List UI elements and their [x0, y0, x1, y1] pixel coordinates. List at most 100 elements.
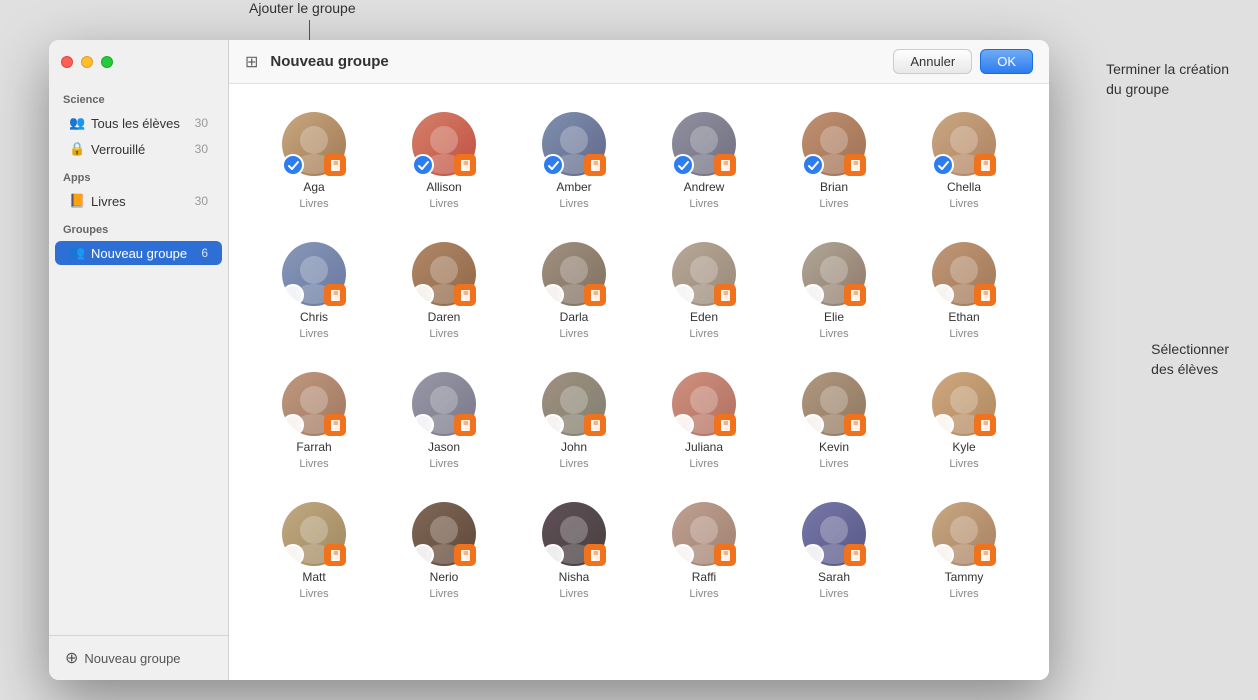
close-button[interactable]	[61, 56, 73, 68]
student-item-matt[interactable]: Matt Livres	[253, 494, 375, 608]
avatar-container-aga	[282, 112, 346, 176]
student-item-jason[interactable]: JasonLivres	[383, 364, 505, 478]
student-app-eden: Livres	[689, 328, 718, 340]
titlebar	[49, 40, 228, 84]
selection-badge-aga	[282, 154, 304, 176]
book-badge-andrew	[714, 154, 736, 176]
avatar-container-farrah	[282, 372, 346, 436]
group-title: Nouveau groupe	[270, 53, 881, 70]
student-name-brian: Brian	[820, 180, 848, 194]
selection-badge-tammy	[932, 544, 954, 566]
student-name-nisha: Nisha	[559, 570, 590, 584]
book-badge-nisha	[584, 544, 606, 566]
student-app-nisha: Livres	[559, 588, 588, 600]
student-name-allison: Allison	[426, 180, 461, 194]
book-badge-john	[584, 414, 606, 436]
selection-badge-juliana	[672, 414, 694, 436]
selection-badge-john	[542, 414, 564, 436]
sidebar-item-livres-label: Livres	[91, 194, 126, 209]
avatar-container-juliana	[672, 372, 736, 436]
student-name-chella: Chella	[947, 180, 981, 194]
minimize-button[interactable]	[81, 56, 93, 68]
student-name-eden: Eden	[690, 310, 718, 324]
book-badge-brian	[844, 154, 866, 176]
sidebar-bottom: ⊕ Nouveau groupe	[49, 635, 228, 680]
student-item-kevin[interactable]: KevinLivres	[773, 364, 895, 478]
sidebar-item-verrouille[interactable]: 🔒 Verrouillé 30	[55, 137, 222, 161]
student-item-brian[interactable]: BrianLivres	[773, 104, 895, 218]
sidebar-item-verrouille-label: Verrouillé	[91, 142, 145, 157]
avatar-container-darla	[542, 242, 606, 306]
book-badge-juliana	[714, 414, 736, 436]
student-name-matt: Matt	[302, 570, 325, 584]
avatar-container-eden	[672, 242, 736, 306]
group-icon: 👥	[69, 245, 85, 261]
student-item-kyle[interactable]: KyleLivres	[903, 364, 1025, 478]
selection-badge-ethan	[932, 284, 954, 306]
student-name-nerio: Nerio	[430, 570, 459, 584]
selection-badge-andrew	[672, 154, 694, 176]
student-item-andrew[interactable]: AndrewLivres	[643, 104, 765, 218]
student-app-matt: Livres	[299, 588, 328, 600]
ok-button[interactable]: OK	[980, 49, 1033, 74]
student-item-john[interactable]: JohnLivres	[513, 364, 635, 478]
annotation-select-students: Sélectionner des élèves	[1151, 340, 1229, 379]
student-item-tammy[interactable]: TammyLivres	[903, 494, 1025, 608]
student-name-jason: Jason	[428, 440, 460, 454]
cancel-button[interactable]: Annuler	[893, 49, 972, 74]
main-content: ⊞ Nouveau groupe Annuler OK AgaLivres Al…	[229, 40, 1049, 680]
avatar-container-raffi	[672, 502, 736, 566]
student-item-darla[interactable]: DarlaLivres	[513, 234, 635, 348]
book-badge-sarah	[844, 544, 866, 566]
students-icon: 👥	[69, 115, 85, 131]
book-badge-tammy	[974, 544, 996, 566]
student-item-chella[interactable]: ChellaLivres	[903, 104, 1025, 218]
student-item-farrah[interactable]: FarrahLivres	[253, 364, 375, 478]
student-app-juliana: Livres	[689, 458, 718, 470]
student-app-tammy: Livres	[949, 588, 978, 600]
avatar-container-jason	[412, 372, 476, 436]
book-badge-allison	[454, 154, 476, 176]
student-item-juliana[interactable]: Juliana Livres	[643, 364, 765, 478]
student-name-darla: Darla	[560, 310, 589, 324]
annotation-add-group: Ajouter le groupe	[249, 0, 356, 16]
student-item-amber[interactable]: AmberLivres	[513, 104, 635, 218]
avatar-container-matt	[282, 502, 346, 566]
sidebar-item-tous-les-eleves[interactable]: 👥 Tous les élèves 30	[55, 111, 222, 135]
sidebar: Science 👥 Tous les élèves 30 🔒 Verrouill…	[49, 40, 229, 680]
sidebar-item-verrouille-count: 30	[195, 142, 208, 156]
new-group-button[interactable]: ⊕ Nouveau groupe	[57, 644, 220, 672]
student-name-juliana: Juliana	[685, 440, 723, 454]
student-item-ethan[interactable]: EthanLivres	[903, 234, 1025, 348]
student-app-allison: Livres	[429, 198, 458, 210]
book-badge-nerio	[454, 544, 476, 566]
student-item-chris[interactable]: ChrisLivres	[253, 234, 375, 348]
sidebar-item-nouveau-groupe[interactable]: 👥 Nouveau groupe 6	[55, 241, 222, 265]
student-item-elie[interactable]: ElieLivres	[773, 234, 895, 348]
book-badge-ethan	[974, 284, 996, 306]
avatar-container-andrew	[672, 112, 736, 176]
main-header: ⊞ Nouveau groupe Annuler OK	[229, 40, 1049, 84]
student-name-daren: Daren	[428, 310, 461, 324]
student-item-sarah[interactable]: SarahLivres	[773, 494, 895, 608]
selection-badge-brian	[802, 154, 824, 176]
student-item-nerio[interactable]: NerioLivres	[383, 494, 505, 608]
sidebar-item-livres[interactable]: 📙 Livres 30	[55, 189, 222, 213]
lock-icon: 🔒	[69, 141, 85, 157]
student-name-amber: Amber	[556, 180, 591, 194]
section-apps-label: Apps	[49, 162, 228, 188]
fullscreen-button[interactable]	[101, 56, 113, 68]
student-name-raffi: Raffi	[692, 570, 716, 584]
student-item-nisha[interactable]: Nisha Livres	[513, 494, 635, 608]
student-name-chris: Chris	[300, 310, 328, 324]
avatar-container-john	[542, 372, 606, 436]
student-item-allison[interactable]: Allison Livres	[383, 104, 505, 218]
student-app-ethan: Livres	[949, 328, 978, 340]
book-badge-chella	[974, 154, 996, 176]
student-item-aga[interactable]: AgaLivres	[253, 104, 375, 218]
student-item-raffi[interactable]: RaffiLivres	[643, 494, 765, 608]
selection-badge-kyle	[932, 414, 954, 436]
student-item-daren[interactable]: DarenLivres	[383, 234, 505, 348]
student-item-eden[interactable]: Eden Livres	[643, 234, 765, 348]
avatar-container-brian	[802, 112, 866, 176]
